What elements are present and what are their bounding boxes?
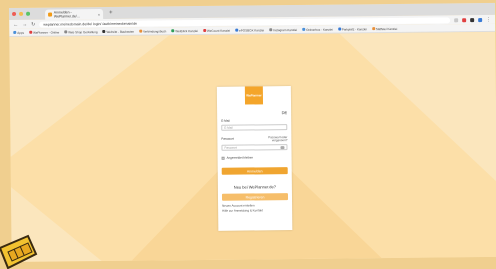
bookmark-icon — [139, 29, 143, 33]
maximize-window-icon[interactable] — [26, 11, 31, 16]
back-arrow-icon[interactable]: ← — [13, 21, 18, 27]
sticker-graphic — [0, 234, 38, 269]
bookmark-label: Parkplatz - Kanzlei — [341, 26, 367, 32]
bookmark-label: Web Shop Gestaltung — [68, 29, 98, 34]
bookmark-icon — [302, 27, 306, 31]
reload-icon[interactable]: ↻ — [31, 21, 35, 27]
login-button[interactable]: Anmelden — [221, 167, 288, 175]
new-tab-button[interactable]: + — [109, 10, 113, 16]
password-label: Passwort — [221, 136, 234, 141]
profile-icon[interactable] — [478, 17, 483, 22]
menu-icon[interactable]: ⋮ — [486, 16, 491, 22]
browser-window: Anmelden - WePlanner.de/... × + ← → ↻ we… — [9, 2, 496, 262]
help-link[interactable]: Hilfe zur Anmeldung & Kontakt — [222, 208, 288, 212]
bookmark-item[interactable]: Weitblick Kanzlei — [171, 29, 198, 33]
remember-label: Angemeldet bleiben — [226, 155, 254, 160]
url-text: weplanner.meinedomain.de/de/ login/ /aut… — [43, 21, 137, 27]
bookmark-label: Instagram Kanzlei — [273, 27, 298, 32]
login-card: WePlanner DE E-Mail E-Mail Passwort Pass… — [216, 86, 293, 231]
forgot-password-link[interactable]: Passwort oder vergessen? — [268, 135, 287, 142]
bookmark-item[interactable]: Staffelei Kanzlei — [371, 26, 398, 31]
bookmark-item[interactable]: WePlanner - Online — [29, 30, 59, 34]
bookmark-label: Verbindungsbuch — [143, 28, 167, 34]
bookmark-item[interactable]: Apps — [13, 30, 24, 34]
close-tab-icon[interactable]: × — [98, 12, 100, 17]
bookmark-icon — [269, 28, 273, 32]
brand-logo: WePlanner — [244, 86, 264, 105]
show-password-icon[interactable] — [280, 145, 285, 149]
extension-icon[interactable] — [470, 17, 475, 22]
email-field[interactable]: E-Mail — [221, 124, 288, 131]
bookmark-item[interactable]: Website - Baukasten — [102, 29, 134, 33]
bookmark-label: Apps — [17, 30, 25, 35]
favicon-icon — [48, 12, 52, 17]
bookmark-icon — [202, 28, 206, 32]
bookmark-item[interactable]: ePOSBOX Kanzlei — [235, 28, 264, 32]
bookmark-item[interactable]: Ordnerbox - Kanzlei — [302, 27, 333, 31]
bookmark-label: ePOSBOX Kanzlei — [239, 27, 265, 33]
bookmark-item[interactable]: WeCount Kanzlei — [202, 28, 231, 33]
signup-button[interactable]: Registrieren — [221, 193, 289, 201]
remember-checkbox[interactable] — [221, 156, 225, 160]
star-icon[interactable] — [454, 17, 459, 22]
language-selector[interactable]: DE — [221, 110, 288, 116]
bookmark-label: Staffelei Kanzlei — [375, 26, 398, 31]
bookmark-item[interactable]: Parkplatz - Kanzlei — [337, 26, 367, 32]
extension-icon[interactable] — [462, 17, 467, 22]
create-account-link[interactable]: Neuen Account erstellen — [222, 203, 288, 207]
minimize-window-icon[interactable] — [19, 11, 24, 16]
bookmark-label: WeCount Kanzlei — [206, 28, 231, 33]
password-field[interactable]: Passwort — [221, 144, 288, 151]
bookmark-icon — [64, 30, 68, 34]
browser-tab[interactable]: Anmelden - WePlanner.de/... × — [45, 9, 104, 20]
bookmark-icon — [102, 29, 106, 34]
bookmark-icon — [171, 29, 175, 33]
bookmark-item[interactable]: Instagram Kanzlei — [269, 27, 298, 32]
bookmark-icon — [235, 28, 239, 32]
bookmark-icon — [13, 30, 17, 34]
password-label-row: Passwort Passwort oder vergessen? — [221, 135, 287, 143]
bookmark-label: WePlanner - Online — [33, 29, 60, 35]
bookmark-label: Weitblick Kanzlei — [175, 28, 198, 33]
email-label: E-Mail — [221, 118, 230, 123]
password-placeholder: Passwort — [224, 145, 237, 150]
signup-question: Neu bei WePlanner.de? — [233, 184, 277, 190]
forward-arrow-icon[interactable]: → — [22, 21, 27, 27]
close-window-icon[interactable] — [12, 11, 17, 16]
bookmark-label: Website - Baukasten — [106, 29, 135, 34]
bookmark-icon — [371, 27, 375, 31]
tab-title: Anmelden - WePlanner.de/... — [53, 10, 80, 19]
bookmark-label: Ordnerbox - Kanzlei — [306, 27, 333, 32]
bookmark-item[interactable]: Verbindungsbuch — [139, 29, 166, 33]
email-placeholder: E-Mail — [224, 125, 233, 130]
bookmark-item[interactable]: Web Shop Gestaltung — [64, 29, 98, 34]
remember-me[interactable]: Angemeldet bleiben — [221, 155, 288, 160]
bookmark-icon — [337, 27, 341, 31]
bookmark-icon — [29, 30, 33, 34]
login-page: WePlanner DE E-Mail E-Mail Passwort Pass… — [9, 31, 496, 262]
